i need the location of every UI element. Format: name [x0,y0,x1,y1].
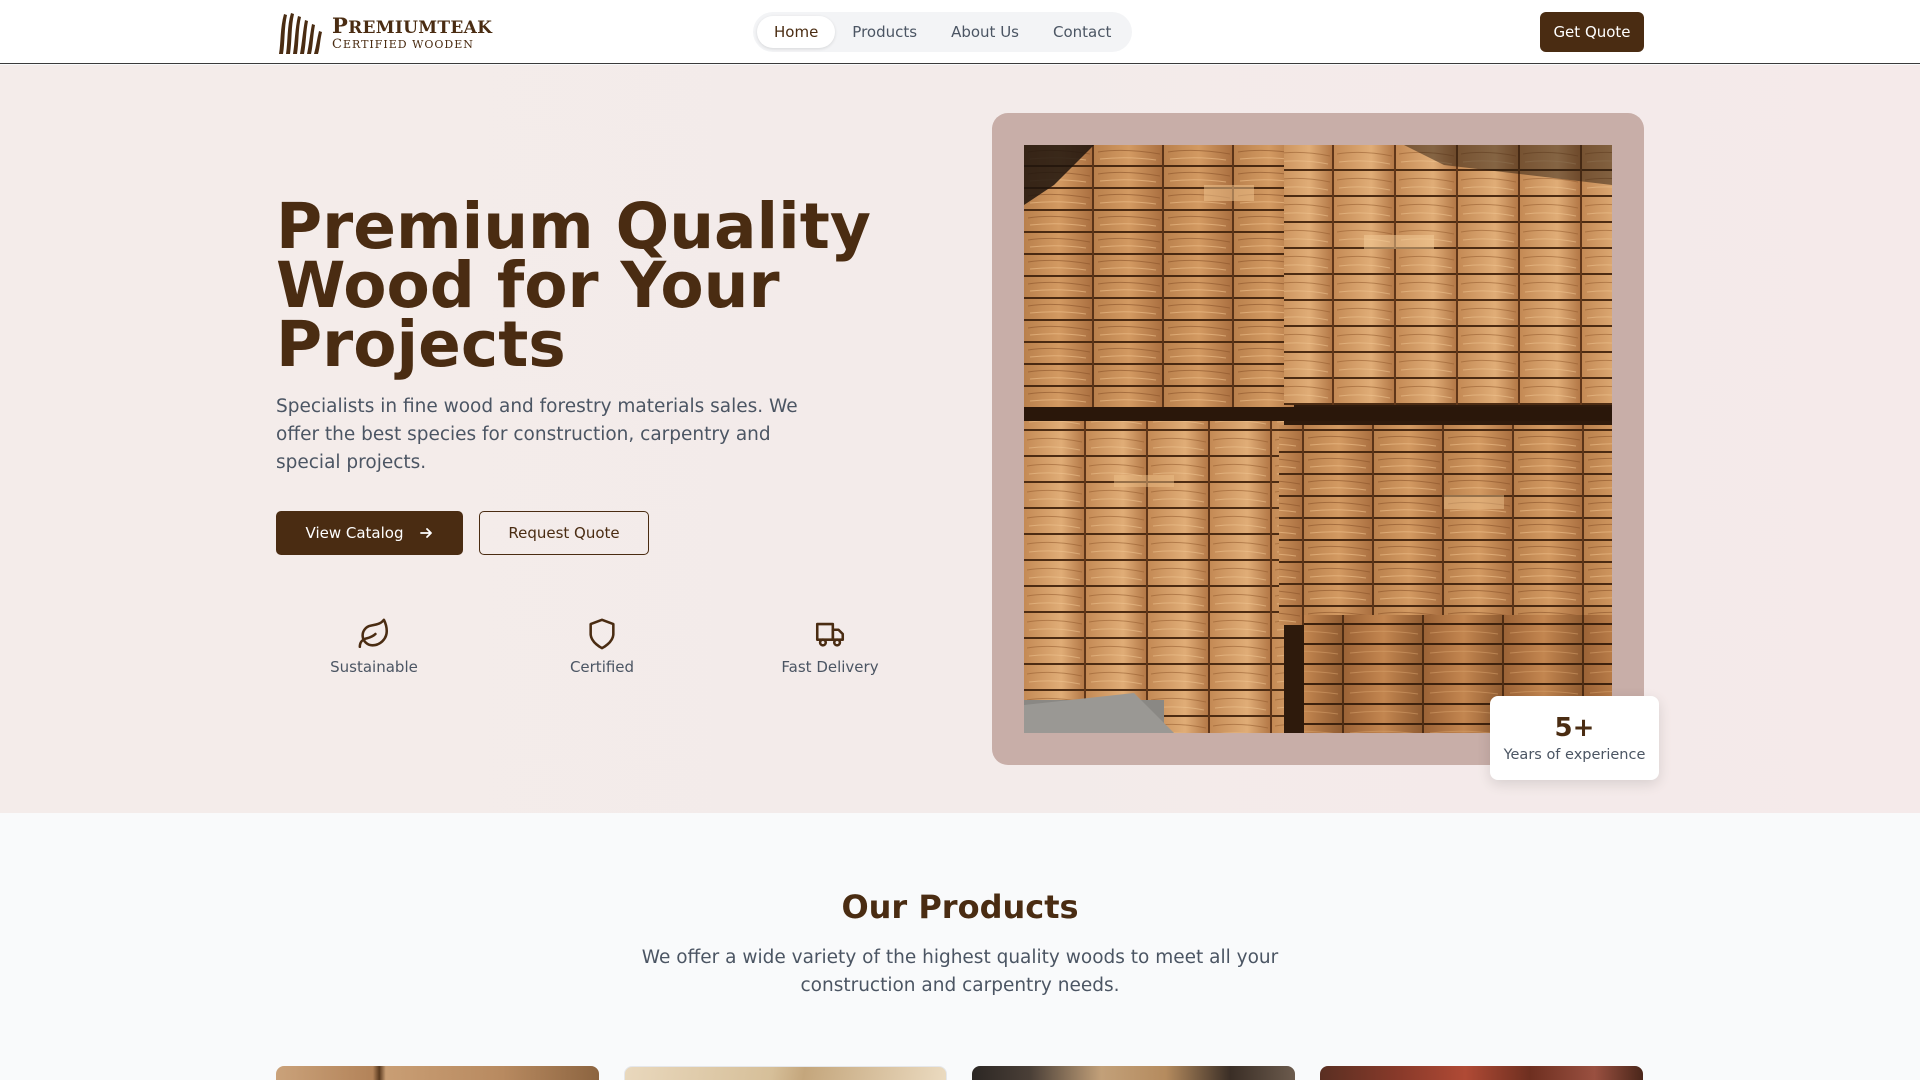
site-header: PREMIUMTEAK CERTIFIED WOODEN Home Produc… [0,0,1920,64]
nav-home[interactable]: Home [757,16,836,48]
product-card[interactable] [972,1066,1295,1080]
experience-label: Years of experience [1503,747,1646,763]
logo-wordmark: PREMIUMTEAK CERTIFIED WOODEN [332,15,492,51]
logo-tagline: CERTIFIED WOODEN [332,37,474,52]
view-catalog-label: View Catalog [305,524,404,542]
hero-title: Premium Quality Wood for Your Projects [276,190,871,381]
product-card[interactable] [1320,1066,1643,1080]
feature-label: Certified [569,658,635,676]
product-card[interactable] [624,1066,947,1080]
experience-card: 5+ Years of experience [1490,696,1659,780]
leaf-icon [358,618,389,649]
experience-value: 5+ [1554,713,1595,743]
wood-grain-logo-icon [279,13,322,54]
shield-icon [589,618,615,650]
products-title: Our Products [841,888,1079,926]
feature-certified: Certified [522,617,682,676]
feature-sustainable: Sustainable [294,617,454,676]
arrow-right-icon [420,528,433,538]
feature-label: Fast Delivery [781,658,879,676]
nav-about-us[interactable]: About Us [934,16,1036,48]
logo[interactable]: PREMIUMTEAK CERTIFIED WOODEN [276,12,492,54]
feature-label: Sustainable [330,658,418,676]
products-description: We offer a wide variety of the highest q… [641,947,1279,996]
nav-products[interactable]: Products [835,16,934,48]
main-nav: Home Products About Us Contact [753,12,1133,52]
get-quote-button[interactable]: Get Quote [1540,12,1644,52]
hero-image-frame [992,113,1644,765]
logo-name: PREMIUMTEAK [332,13,493,38]
hero-image [1024,145,1612,733]
stacked-lumber-image [1024,145,1612,733]
product-card[interactable] [276,1066,599,1080]
feature-fast-delivery: Fast Delivery [750,617,910,676]
hero-description: Specialists in fine wood and forestry ma… [276,396,798,473]
truck-icon [815,622,845,647]
nav-contact[interactable]: Contact [1036,16,1128,48]
view-catalog-button[interactable]: View Catalog [276,511,463,555]
request-quote-button[interactable]: Request Quote [479,511,649,555]
hero-section: Premium Quality Wood for Your Projects S… [0,65,1920,813]
